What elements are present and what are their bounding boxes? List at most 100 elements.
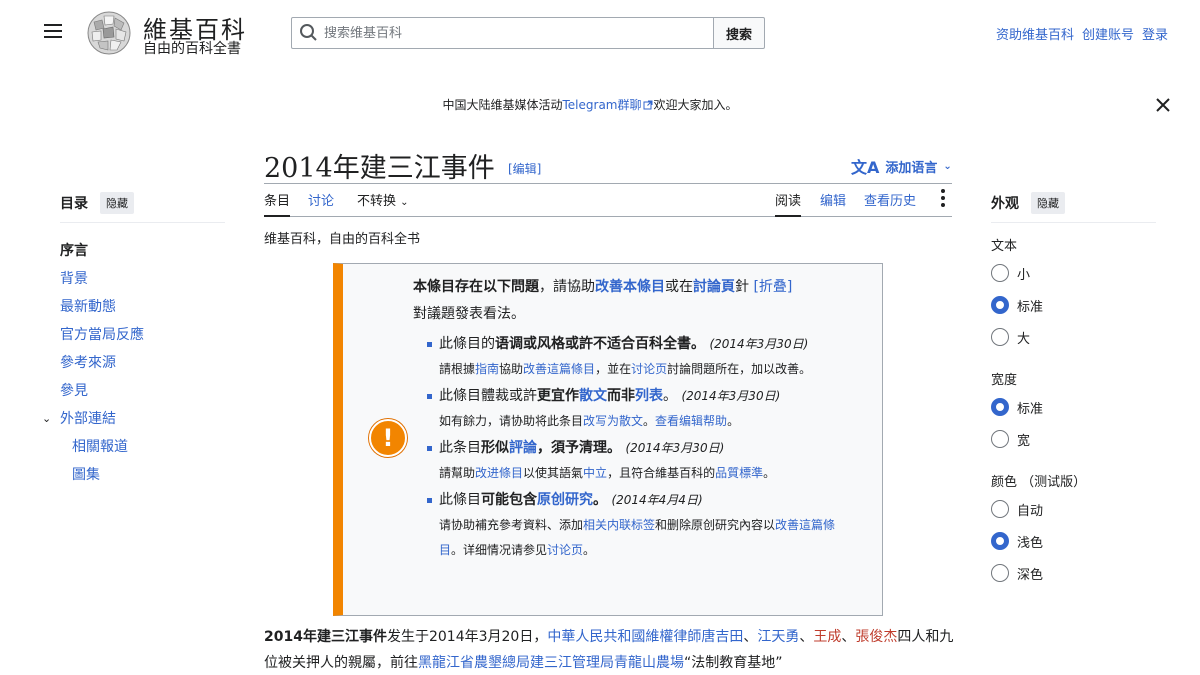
radio-button[interactable]: [991, 264, 1009, 282]
toc-item-external-links[interactable]: ⌄ 外部連結: [42, 405, 225, 433]
quality-standard-link[interactable]: 品質標準: [715, 466, 763, 480]
radio-button-selected[interactable]: [991, 532, 1009, 550]
search-button[interactable]: 搜索: [713, 17, 765, 49]
appearance-panel: 外观 隐藏 文本 小 标准 大 宽度 标准 宽 颜色 （测试版） 自动 浅色 深…: [991, 192, 1156, 589]
appearance-hide-button[interactable]: 隐藏: [1031, 192, 1065, 214]
toc-item-related-reports[interactable]: 相關報道: [60, 433, 225, 461]
toc-item-gallery[interactable]: 圖集: [60, 461, 225, 489]
variant-dropdown[interactable]: 不转换 ⌄: [357, 190, 409, 217]
radio-button-selected[interactable]: [991, 296, 1009, 314]
more-actions-icon[interactable]: [939, 189, 947, 209]
banner-text: 中国大陆维基媒体活动: [442, 98, 563, 112]
close-icon[interactable]: [1153, 95, 1173, 115]
edit-help-link[interactable]: 查看编辑帮助: [655, 414, 727, 428]
issue-item: 此条目形似評論，須予清理。 (2014年3月30日) 請幫助改进條目以使其語氣中…: [423, 436, 853, 486]
color-auto[interactable]: 自动: [991, 493, 1156, 525]
text-size-label: 文本: [991, 239, 1018, 254]
red-link[interactable]: 王成: [813, 629, 841, 645]
site-subtitle: 维基百科，自由的百科全书: [264, 232, 421, 247]
tab-article[interactable]: 条目: [264, 190, 291, 217]
toc-hide-button[interactable]: 隐藏: [100, 192, 134, 214]
notice-heading: 本條目存在以下問題，請協助改善本條目或在討論頁針 [折叠] 對議題發表看法。: [413, 279, 793, 322]
original-research-link[interactable]: 原创研究: [537, 492, 593, 508]
page-title: 2014年建三江事件: [264, 153, 495, 184]
main-menu-icon[interactable]: [44, 24, 62, 40]
toc-item-intro[interactable]: 序言: [60, 237, 225, 265]
guideline-link[interactable]: 指南: [475, 362, 499, 376]
lead-paragraph: 2014年建三江事件发生于2014年3月20日，中華人民共和國維權律師唐吉田、江…: [264, 629, 954, 671]
inline-tags-link[interactable]: 相关内联标签: [583, 518, 655, 532]
title-edit-link[interactable]: [编辑]: [508, 160, 541, 177]
article-link[interactable]: 中華人民共和國維權律師唐吉田: [547, 629, 743, 645]
radio-button[interactable]: [991, 564, 1009, 582]
talk-page-link[interactable]: 討論頁: [693, 279, 735, 295]
text-size-small[interactable]: 小: [991, 257, 1156, 289]
issue-date: (2014年4月4日): [611, 493, 703, 507]
tab-talk[interactable]: 讨论: [308, 190, 334, 217]
radio-button[interactable]: [991, 430, 1009, 448]
issue-date: (2014年3月30日): [681, 389, 781, 403]
talk-link[interactable]: 讨论页: [631, 362, 667, 376]
login-link[interactable]: 登录: [1142, 24, 1168, 43]
wikipedia-tagline: 自由的百科全書: [143, 41, 241, 57]
list-link[interactable]: 列表: [635, 388, 663, 404]
prose-link[interactable]: 散文: [579, 388, 607, 404]
radio-button[interactable]: [991, 500, 1009, 518]
variant-label: 不转换: [357, 194, 397, 209]
add-languages-button[interactable]: 文A 添加语言 ⌄: [851, 154, 952, 178]
wikipedia-globe-logo[interactable]: [84, 10, 134, 56]
banner-telegram-link[interactable]: Telegram群聊: [563, 98, 642, 112]
search-icon: [292, 17, 324, 49]
site-notice-banner: 中国大陆维基媒体活动Telegram群聊 欢迎大家加入。: [0, 96, 1180, 113]
appearance-title: 外观: [991, 196, 1019, 212]
issue-item: 此條目可能包含原创研究。 (2014年4月4日) 请协助補充參考資料、添加相关内…: [423, 488, 853, 563]
language-icon: 文A: [851, 158, 880, 177]
warning-icon: !: [369, 419, 407, 457]
banner-text-suffix: 欢迎大家加入。: [653, 98, 738, 112]
commentary-link[interactable]: 評論: [509, 440, 537, 456]
neutral-link[interactable]: 中立: [583, 466, 607, 480]
rewrite-prose-link[interactable]: 改写为散文: [583, 414, 643, 428]
red-link[interactable]: 張俊杰: [855, 629, 897, 645]
color-light[interactable]: 浅色: [991, 525, 1156, 557]
chevron-down-icon: ⌄: [400, 197, 409, 208]
talk-link[interactable]: 讨论页: [547, 543, 583, 557]
toc-item-references[interactable]: 參考來源: [60, 349, 225, 377]
search-box[interactable]: [291, 17, 714, 49]
add-languages-label: 添加语言: [885, 160, 938, 176]
issue-item: 此條目體裁或許更宜作散文而非列表。 (2014年3月30日) 如有餘力，请协助将…: [423, 384, 853, 434]
search-input[interactable]: [324, 25, 704, 41]
tab-edit[interactable]: 编辑: [820, 190, 846, 217]
toc-item-background[interactable]: 背景: [60, 265, 225, 293]
toc-item-official-response[interactable]: 官方當局反應: [60, 321, 225, 349]
tab-history[interactable]: 查看历史: [864, 190, 916, 217]
chevron-down-icon: ⌄: [943, 160, 952, 172]
improve-article-link[interactable]: 改进條目: [475, 466, 523, 480]
page-tabs: 条目 讨论 不转换 ⌄ 阅读 编辑 查看历史: [264, 183, 952, 217]
text-size-large[interactable]: 大: [991, 321, 1156, 353]
external-link-icon: [643, 100, 652, 110]
width-label: 宽度: [991, 373, 1018, 388]
chevron-down-icon[interactable]: ⌄: [42, 405, 51, 433]
width-wide[interactable]: 宽: [991, 423, 1156, 455]
create-account-link[interactable]: 创建账号: [1082, 24, 1134, 43]
toc-item-latest[interactable]: 最新動態: [60, 293, 225, 321]
issue-item: 此條目的语调或风格或許不适合百科全書。 (2014年3月30日) 請根據指南協助…: [423, 332, 853, 382]
donate-link[interactable]: 资助维基百科: [996, 24, 1074, 43]
article-link[interactable]: 黑龍江省農墾總局建三江管理局青龍山農場: [418, 655, 684, 671]
issue-date: (2014年3月30日): [625, 441, 725, 455]
improve-link[interactable]: 改善這篇條目: [523, 362, 595, 376]
collapse-link[interactable]: [折叠]: [753, 279, 792, 295]
radio-button[interactable]: [991, 328, 1009, 346]
improve-article-link[interactable]: 改善本條目: [595, 279, 665, 295]
article-link[interactable]: 江天勇: [757, 629, 799, 645]
width-standard[interactable]: 标准: [991, 391, 1156, 423]
radio-button-selected[interactable]: [991, 398, 1009, 416]
text-size-standard[interactable]: 标准: [991, 289, 1156, 321]
color-label: 颜色 （测试版）: [991, 475, 1087, 490]
issue-date: (2014年3月30日): [709, 337, 809, 351]
user-links: 资助维基百科 创建账号 登录: [996, 24, 1168, 43]
color-dark[interactable]: 深色: [991, 557, 1156, 589]
tab-read[interactable]: 阅读: [775, 190, 802, 217]
toc-item-see-also[interactable]: 參見: [60, 377, 225, 405]
